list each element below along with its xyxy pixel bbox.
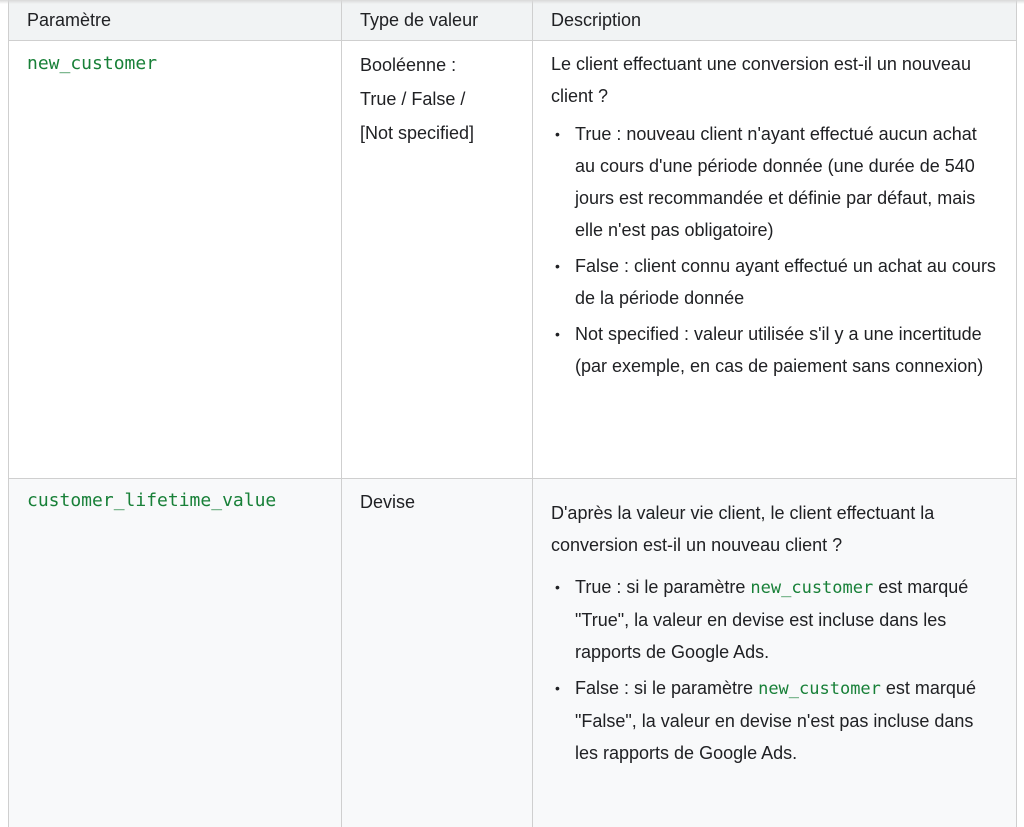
description-cell: Le client effectuant une conversion est-… (532, 40, 1017, 479)
inline-code: new_customer (758, 679, 881, 699)
type-line: Booléenne : (360, 55, 457, 75)
parameters-table: Paramètre Type de valeur Description new… (8, 0, 1017, 827)
description-list: True : si le paramètre new_customer est … (551, 571, 998, 769)
header-type: Type de valeur (341, 0, 533, 41)
param-cell: new_customer (8, 40, 342, 479)
list-item: True : nouveau client n'ayant effectué a… (555, 118, 998, 246)
list-item: False : si le paramètre new_customer est… (555, 672, 998, 769)
type-line: True / False / (360, 89, 466, 109)
inline-code: new_customer (750, 578, 874, 598)
list-item: Not specified : valeur utilisée s'il y a… (555, 318, 998, 382)
top-scroll-shadow (0, 0, 1024, 4)
header-row: Paramètre Type de valeur Description (8, 0, 1017, 41)
type-cell: Devise (341, 478, 533, 827)
table-row: customer_lifetime_value Devise D'après l… (8, 478, 1017, 827)
description-list: True : nouveau client n'ayant effectué a… (551, 118, 998, 382)
description-intro: D'après la valeur vie client, le client … (551, 503, 935, 555)
param-name: customer_lifetime_value (27, 490, 277, 511)
description-intro: Le client effectuant une conversion est-… (551, 54, 971, 106)
header-description: Description (532, 0, 1017, 41)
type-cell: Booléenne : True / False / [Not specifie… (341, 40, 533, 479)
list-item: True : si le paramètre new_customer est … (555, 571, 998, 668)
table-header: Paramètre Type de valeur Description (8, 0, 1017, 41)
table-row: new_customer Booléenne : True / False / … (8, 40, 1017, 479)
description-cell: D'après la valeur vie client, le client … (532, 478, 1017, 827)
header-param: Paramètre (8, 0, 342, 41)
type-line: Devise (360, 492, 416, 512)
param-name: new_customer (27, 53, 158, 74)
type-line: [Not specified] (360, 123, 475, 143)
param-cell: customer_lifetime_value (8, 478, 342, 827)
bullet-text: True : si le paramètre (575, 577, 751, 597)
bullet-text: False : si le paramètre (575, 678, 759, 698)
list-item: False : client connu ayant effectué un a… (555, 250, 998, 314)
